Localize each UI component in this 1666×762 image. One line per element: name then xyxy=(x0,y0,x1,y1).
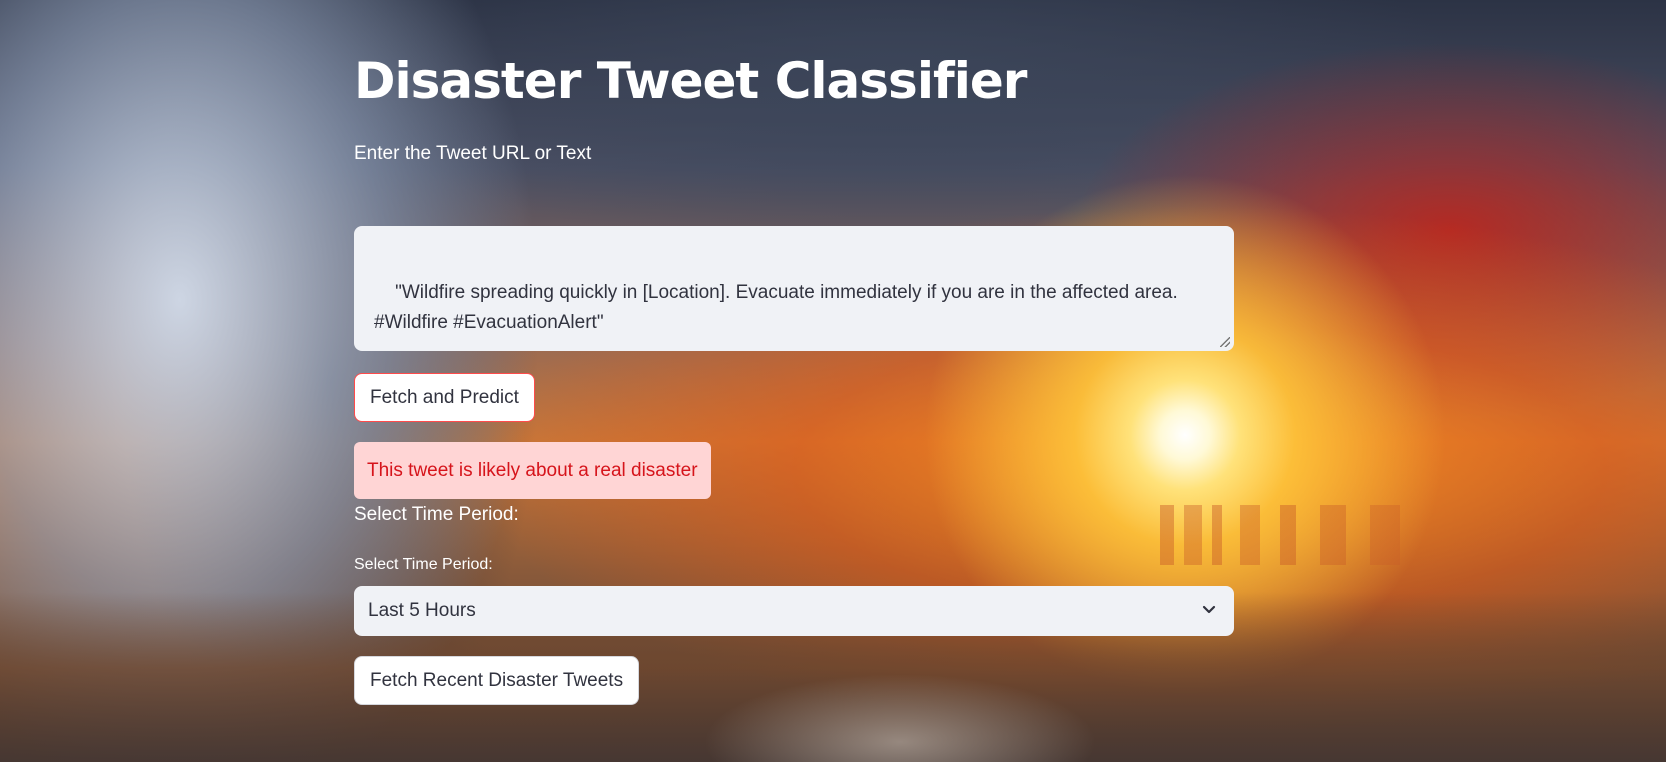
fetch-and-predict-button[interactable]: Fetch and Predict xyxy=(354,373,535,422)
tweet-text-area[interactable]: "Wildfire spreading quickly in [Location… xyxy=(354,226,1234,351)
time-period-heading: Select Time Period: xyxy=(354,504,519,525)
background-skyline xyxy=(1150,505,1440,565)
resize-handle-icon[interactable] xyxy=(1220,337,1230,347)
prediction-result-alert: This tweet is likely about a real disast… xyxy=(354,442,711,499)
time-period-selected-value: Last 5 Hours xyxy=(368,600,476,621)
page-title: Disaster Tweet Classifier xyxy=(354,52,1027,110)
fetch-recent-tweets-button[interactable]: Fetch Recent Disaster Tweets xyxy=(354,656,640,705)
tweet-text-value: "Wildfire spreading quickly in [Location… xyxy=(374,282,1178,333)
tweet-input-label: Enter the Tweet URL or Text xyxy=(354,143,592,164)
chevron-down-icon xyxy=(1202,605,1216,614)
time-period-label: Select Time Period: xyxy=(354,556,493,573)
time-period-select[interactable]: Last 5 Hours xyxy=(354,586,1234,636)
